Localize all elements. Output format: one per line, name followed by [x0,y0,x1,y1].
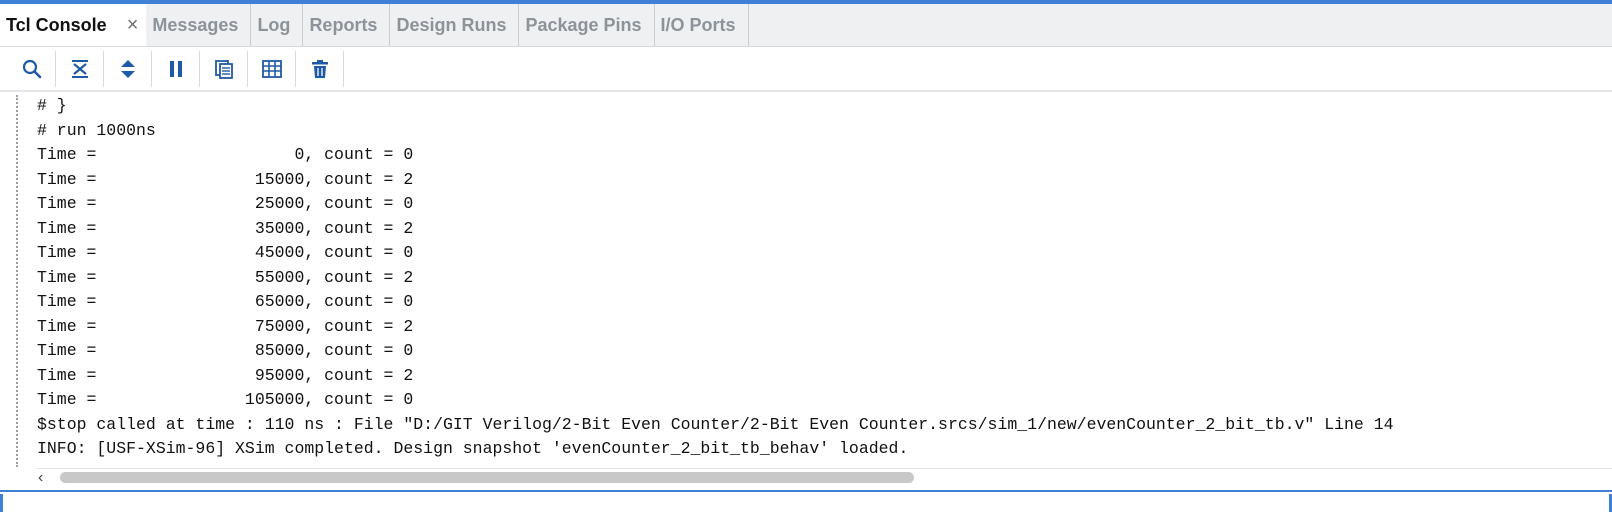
tab-tcl-console[interactable]: Tcl Console × [0,4,147,46]
console-line: Time = 85000, count = 0 [37,341,414,360]
tab-label: Messages [152,14,239,35]
tab-design-runs[interactable]: Design Runs [390,4,520,46]
horizontal-scrollbar[interactable]: ‹ [36,468,1612,486]
console-line: Time = 25000, count = 0 [37,194,414,213]
collapse-all-button[interactable] [56,51,104,87]
console-lines: # } # run 1000ns Time = 0, count = 0 Tim… [37,94,1394,462]
console-line: Time = 45000, count = 0 [37,243,414,262]
console-line: INFO: [USF-XSim-96] XSim completed. Desi… [37,439,909,458]
tab-label: I/O Ports [660,14,736,35]
tab-reports[interactable]: Reports [303,4,391,46]
console-line: Time = 95000, count = 2 [37,365,414,385]
console-line: $stop called at time : 110 ns : File "D:… [37,414,1394,434]
delete-icon [311,60,328,78]
search-icon [22,59,41,79]
console-line: Time = 0, count = 0 [37,145,414,164]
console-line: Time = 105000, count = 0 [37,390,414,409]
tab-label: Design Runs [396,14,507,35]
clear-console-button[interactable] [296,51,344,87]
console-line: # run 1000ns [37,120,156,140]
console-line: Time = 65000, count = 0 [37,292,414,311]
console-gutter [16,95,18,467]
copy-button[interactable] [200,51,248,87]
columns-icon [261,60,282,78]
tab-log[interactable]: Log [251,4,304,46]
console-toolbar [0,48,1612,92]
scroll-left-icon[interactable]: ‹ [38,469,43,486]
tab-io-ports[interactable]: I/O Ports [655,4,749,46]
tab-label: Log [257,14,291,35]
collapse-all-icon [71,60,88,78]
tab-messages[interactable]: Messages [146,4,252,46]
columns-button[interactable] [248,51,296,87]
scrollbar-thumb[interactable] [60,472,914,483]
console-line: Time = 35000, count = 2 [37,218,414,238]
search-button[interactable] [8,51,56,87]
console-output[interactable]: # } # run 1000ns Time = 0, count = 0 Tim… [0,93,1612,469]
tab-label: Reports [309,14,378,35]
expand-all-button[interactable] [104,51,152,87]
close-icon[interactable]: × [127,14,139,37]
console-line: Time = 55000, count = 2 [37,267,414,287]
tab-label: Tcl Console [6,14,107,35]
console-line: Time = 75000, count = 2 [37,316,414,336]
expand-all-icon [120,60,135,78]
pause-button[interactable] [152,51,200,87]
tab-package-pins[interactable]: Package Pins [519,4,655,46]
pause-icon [169,61,182,77]
copy-icon [214,60,233,79]
tab-label: Package Pins [525,14,642,35]
console-line: # } [37,96,67,115]
panel-tab-bar: Tcl Console × Messages Log Reports Desig… [0,4,1612,47]
console-line: Time = 15000, count = 2 [37,169,414,189]
bottom-panel-frame [0,494,1612,512]
